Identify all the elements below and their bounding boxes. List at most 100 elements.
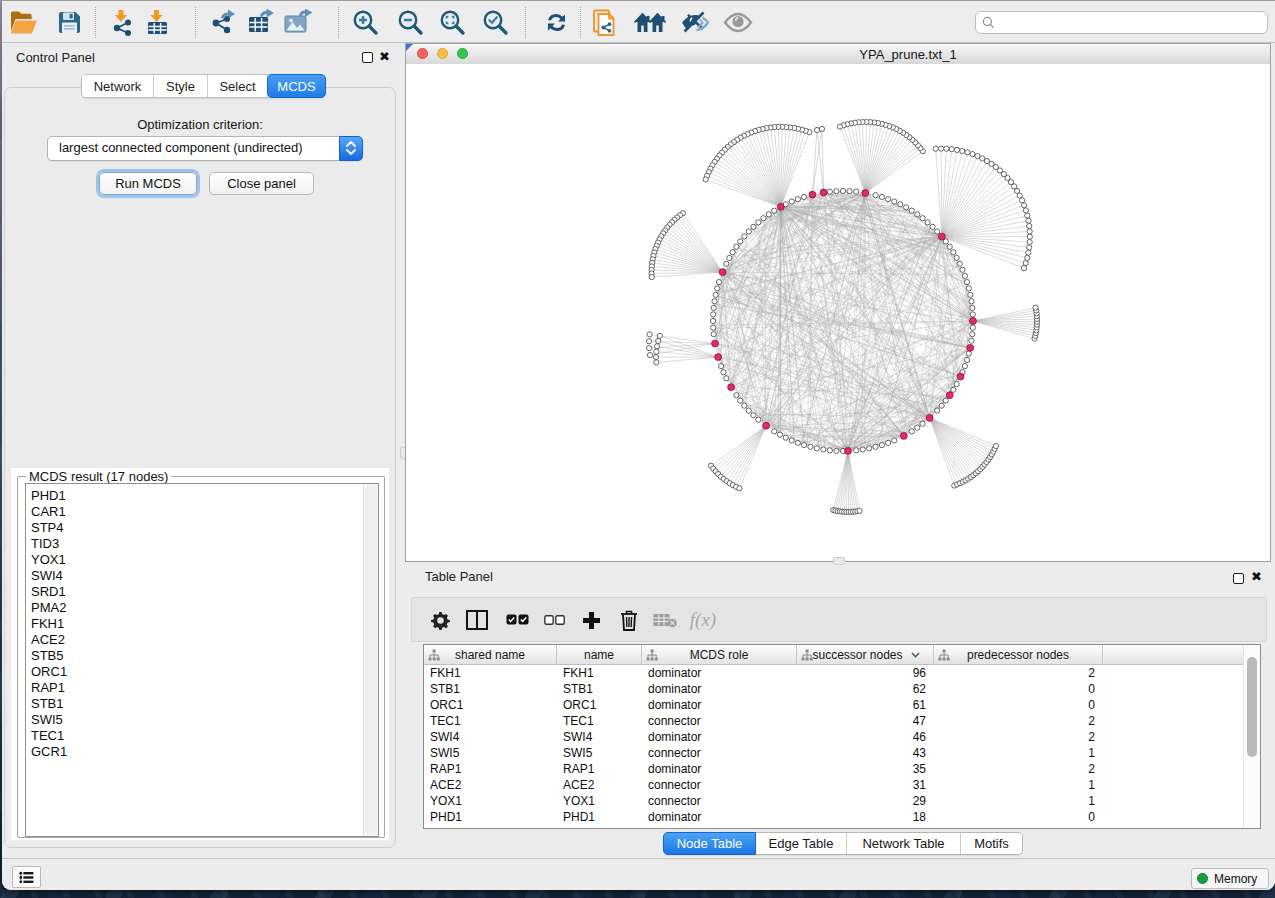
network-node[interactable]: [854, 189, 859, 194]
network-node[interactable]: [964, 357, 969, 362]
network-node[interactable]: [944, 146, 949, 151]
network-node[interactable]: [654, 344, 659, 349]
add-column-button[interactable]: [578, 607, 604, 633]
network-node[interactable]: [966, 286, 971, 291]
network-node[interactable]: [808, 444, 813, 449]
mcds-hub-node[interactable]: [763, 422, 770, 429]
mcds-result-item[interactable]: STB5: [26, 648, 378, 664]
network-node[interactable]: [935, 408, 940, 413]
network-node[interactable]: [789, 438, 794, 443]
mcds-hub-node[interactable]: [719, 269, 726, 276]
mcds-hub-node[interactable]: [715, 354, 722, 361]
network-node[interactable]: [649, 274, 654, 279]
deselect-all-button[interactable]: [541, 607, 567, 633]
network-node[interactable]: [847, 189, 852, 194]
mcds-result-item[interactable]: STP4: [26, 520, 378, 536]
network-node[interactable]: [742, 234, 747, 239]
tab-motifs[interactable]: Motifs: [961, 833, 1022, 854]
criterion-dropdown[interactable]: largest connected component (undirected): [47, 136, 363, 161]
mcds-hub-node[interactable]: [712, 340, 719, 347]
column-header-successor-nodes[interactable]: successor nodes: [797, 645, 934, 664]
network-node[interactable]: [834, 448, 839, 453]
refresh-layout-button[interactable]: [542, 9, 570, 36]
mcds-hub-node[interactable]: [957, 373, 964, 380]
network-node[interactable]: [886, 440, 891, 445]
mcds-result-item[interactable]: RAP1: [26, 680, 378, 696]
mcds-hub-node[interactable]: [777, 203, 784, 210]
column-header-name[interactable]: name: [557, 645, 642, 664]
network-node[interactable]: [734, 244, 739, 249]
network-node[interactable]: [954, 147, 959, 152]
network-node[interactable]: [943, 398, 948, 403]
control-panel-float-button[interactable]: [362, 52, 373, 63]
network-node[interactable]: [837, 124, 842, 129]
mcds-hub-node[interactable]: [862, 190, 869, 197]
table-row[interactable]: ORC1ORC1dominator610: [424, 697, 1244, 713]
table-row[interactable]: STB1STB1dominator620: [424, 681, 1244, 697]
control-panel-close-icon[interactable]: ✖: [379, 52, 390, 62]
mcds-hub-node[interactable]: [809, 191, 816, 198]
network-node[interactable]: [898, 202, 903, 207]
network-node[interactable]: [975, 154, 980, 159]
network-node[interactable]: [772, 208, 777, 213]
mcds-hub-node[interactable]: [900, 432, 907, 439]
table-row[interactable]: RAP1RAP1dominator352: [424, 761, 1244, 777]
network-node[interactable]: [1026, 250, 1031, 255]
import-network-button[interactable]: [108, 9, 136, 36]
mcds-hub-node[interactable]: [926, 415, 933, 422]
mcds-result-item[interactable]: TID3: [26, 536, 378, 552]
network-node[interactable]: [964, 279, 969, 284]
tab-select[interactable]: Select: [208, 75, 268, 97]
search-input[interactable]: [997, 15, 1267, 31]
network-node[interactable]: [653, 354, 658, 359]
select-all-check-button[interactable]: [504, 607, 530, 633]
network-node[interactable]: [1026, 218, 1031, 223]
mcds-hub-node[interactable]: [946, 392, 953, 399]
network-node[interactable]: [879, 442, 884, 447]
delete-table-button[interactable]: [652, 607, 678, 633]
network-node[interactable]: [970, 325, 975, 330]
network-node[interactable]: [721, 370, 726, 375]
network-node[interactable]: [857, 508, 862, 513]
network-node[interactable]: [746, 229, 751, 234]
mcds-result-item[interactable]: TEC1: [26, 728, 378, 744]
mcds-hub-node[interactable]: [967, 344, 974, 351]
network-node[interactable]: [751, 413, 756, 418]
delete-column-button[interactable]: [616, 607, 642, 633]
mcds-hub-node[interactable]: [728, 384, 735, 391]
network-node[interactable]: [949, 147, 954, 152]
mcds-result-item[interactable]: SRD1: [26, 584, 378, 600]
network-node[interactable]: [801, 442, 806, 447]
network-node[interactable]: [1027, 245, 1032, 250]
network-node[interactable]: [713, 292, 718, 297]
network-node[interactable]: [969, 299, 974, 304]
table-row[interactable]: SWI4SWI4dominator462: [424, 729, 1244, 745]
network-node[interactable]: [1021, 266, 1026, 271]
table-scrollbar[interactable]: [1243, 645, 1260, 828]
network-node[interactable]: [795, 440, 800, 445]
network-node[interactable]: [827, 189, 832, 194]
import-table-button[interactable]: [143, 9, 171, 36]
network-node[interactable]: [711, 305, 716, 310]
network-node[interactable]: [801, 194, 806, 199]
network-node[interactable]: [646, 339, 651, 344]
network-node[interactable]: [970, 332, 975, 337]
table-panel-close-icon[interactable]: ✖: [1251, 572, 1262, 582]
table-row[interactable]: SWI5SWI5connector431: [424, 745, 1244, 761]
network-node[interactable]: [920, 421, 925, 426]
export-image-button[interactable]: [284, 9, 312, 36]
network-node[interactable]: [954, 255, 959, 260]
network-node[interactable]: [954, 381, 959, 386]
mcds-list-scrollbar[interactable]: [363, 484, 378, 836]
network-node[interactable]: [860, 447, 865, 452]
mcds-result-item[interactable]: SWI4: [26, 568, 378, 584]
network-node[interactable]: [935, 229, 940, 234]
network-node[interactable]: [1025, 213, 1030, 218]
network-node[interactable]: [772, 429, 777, 434]
network-node[interactable]: [834, 189, 839, 194]
network-node[interactable]: [962, 364, 967, 369]
network-node[interactable]: [925, 220, 930, 225]
network-node[interactable]: [1023, 260, 1028, 265]
network-node[interactable]: [915, 425, 920, 430]
mcds-hub-node[interactable]: [970, 318, 977, 325]
